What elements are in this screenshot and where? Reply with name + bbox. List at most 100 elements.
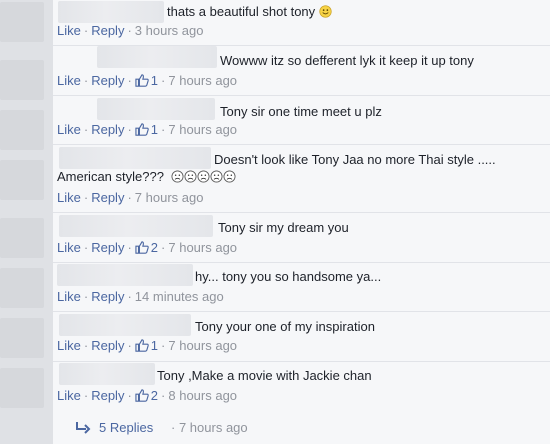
sad-emoji-icon (223, 170, 236, 183)
replies-timestamp[interactable]: · 7 hours ago (171, 420, 248, 435)
like-count[interactable]: 2 (151, 388, 158, 403)
reply-link[interactable]: Reply (91, 338, 124, 353)
separator: · (127, 338, 132, 353)
reply-link[interactable]: Reply (91, 240, 124, 255)
author-name[interactable] (59, 363, 155, 385)
comment-item: Tony ,Make a movie with Jackie chan Like… (53, 361, 550, 412)
separator: · (83, 289, 89, 304)
like-link[interactable]: Like (57, 338, 81, 353)
sad-emoji-icon (197, 170, 210, 183)
comment-item: hy... tony you so handsome ya... Like · Re… (53, 262, 550, 312)
comment-text-continued: American style??? (57, 169, 236, 184)
reply-link[interactable]: Reply (91, 73, 124, 88)
view-replies-link[interactable]: 5 Replies (99, 420, 153, 435)
comment-item: Tony sir one time meet u plz Like · Reply ·… (53, 95, 550, 145)
separator: · (127, 190, 132, 205)
separator: · (161, 388, 166, 403)
timestamp[interactable]: 7 hours ago (168, 338, 237, 353)
thumbs-up-icon[interactable] (135, 339, 149, 352)
comment-text: thats a beautiful shot tony (167, 4, 332, 19)
like-count[interactable]: 1 (151, 122, 158, 137)
timestamp[interactable]: 7 hours ago (168, 240, 237, 255)
separator: · (171, 420, 176, 435)
author-name[interactable] (57, 264, 193, 286)
author-name[interactable] (59, 215, 213, 237)
separator: · (127, 73, 132, 88)
timestamp[interactable]: 7 hours ago (179, 420, 248, 435)
separator: · (161, 122, 166, 137)
reply-link[interactable]: Reply (91, 289, 124, 304)
avatar-column (0, 0, 53, 444)
like-count[interactable]: 2 (151, 240, 158, 255)
comment-actions: Like · Reply · 1 · 7 hours ago (57, 73, 237, 88)
author-name[interactable] (97, 98, 215, 120)
separator: · (83, 388, 89, 403)
author-name[interactable] (58, 1, 164, 23)
timestamp[interactable]: 3 hours ago (135, 23, 204, 38)
comment-text: Wowww itz so defferent lyk it keep it up… (220, 53, 474, 68)
comment-actions: Like · Reply · 3 hours ago (57, 23, 203, 38)
timestamp[interactable]: 14 minutes ago (135, 289, 224, 304)
like-link[interactable]: Like (57, 289, 81, 304)
comment-item: Tony sir my dream you Like · Reply · 2 · 7 hou… (53, 212, 550, 263)
separator: · (127, 289, 132, 304)
avatar[interactable] (0, 218, 44, 258)
author-name[interactable] (97, 46, 217, 68)
comment-actions: Like · Reply · 7 hours ago (57, 190, 203, 205)
comment-item: thats a beautiful shot tony Like · Reply · 3… (53, 0, 550, 46)
avatar[interactable] (0, 160, 44, 200)
timestamp[interactable]: 7 hours ago (168, 73, 237, 88)
separator: · (127, 388, 132, 403)
like-link[interactable]: Like (57, 23, 81, 38)
comment-actions: Like · Reply · 2 · 7 hours ago (57, 240, 237, 255)
smile-emoji-icon (319, 5, 332, 18)
sad-emoji-row (168, 169, 236, 184)
separator: · (127, 23, 132, 38)
comment-text: Tony sir my dream you (218, 220, 349, 235)
sad-emoji-icon (210, 170, 223, 183)
separator: · (83, 122, 89, 137)
separator: · (127, 122, 132, 137)
reply-link[interactable]: Reply (91, 23, 124, 38)
thumbs-up-icon[interactable] (135, 241, 149, 254)
comment-actions: Like · Reply · 1 · 7 hours ago (57, 122, 237, 137)
timestamp[interactable]: 7 hours ago (168, 122, 237, 137)
comment-list: thats a beautiful shot tony Like · Reply · 3… (53, 0, 550, 412)
author-name[interactable] (59, 147, 211, 169)
like-link[interactable]: Like (57, 73, 81, 88)
avatar[interactable] (0, 110, 44, 150)
thumbs-up-icon[interactable] (135, 389, 149, 402)
reply-link[interactable]: Reply (91, 122, 124, 137)
like-link[interactable]: Like (57, 388, 81, 403)
comment-text: Doesn't look like Tony Jaa no more Thai … (214, 152, 496, 167)
like-link[interactable]: Like (57, 240, 81, 255)
comment-text: Tony your one of my inspiration (195, 319, 375, 334)
comment-item: Tony your one of my inspiration Like · Rep… (53, 311, 550, 362)
separator: · (83, 338, 89, 353)
comment-item: Wowww itz so defferent lyk it keep it up… (53, 45, 550, 96)
reply-link[interactable]: Reply (91, 388, 124, 403)
avatar[interactable] (0, 368, 44, 408)
like-link[interactable]: Like (57, 122, 81, 137)
author-name[interactable] (59, 314, 191, 336)
like-link[interactable]: Like (57, 190, 81, 205)
comment-item: Doesn't look like Tony Jaa no more Thai … (53, 144, 550, 213)
comment-actions: Like · Reply · 14 minutes ago (57, 289, 224, 304)
separator: · (83, 23, 89, 38)
separator: · (83, 73, 89, 88)
timestamp[interactable]: 8 hours ago (168, 388, 237, 403)
like-count[interactable]: 1 (151, 73, 158, 88)
sad-emoji-icon (184, 170, 197, 183)
thumbs-up-icon[interactable] (135, 74, 149, 87)
avatar[interactable] (0, 268, 44, 308)
avatar[interactable] (0, 318, 44, 358)
avatar[interactable] (0, 2, 44, 42)
like-count[interactable]: 1 (151, 338, 158, 353)
comment-text: hy... tony you so handsome ya... (195, 269, 382, 284)
reply-link[interactable]: Reply (91, 190, 124, 205)
thumbs-up-icon[interactable] (135, 123, 149, 136)
timestamp[interactable]: 7 hours ago (135, 190, 204, 205)
view-replies-bar[interactable]: 5 Replies · 7 hours ago (53, 412, 550, 444)
separator: · (161, 338, 166, 353)
avatar[interactable] (0, 60, 44, 100)
